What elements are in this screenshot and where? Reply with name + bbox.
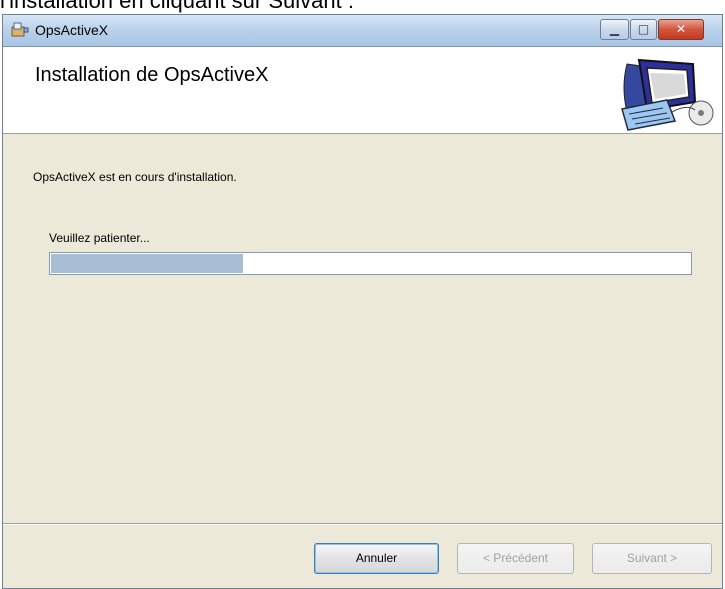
close-icon: ✕ — [675, 22, 687, 36]
close-button[interactable]: ✕ — [658, 19, 704, 40]
installer-window: OpsActiveX ▁ □ ✕ Installation de OpsActi… — [2, 14, 723, 589]
computer-setup-icon — [621, 58, 714, 131]
wait-label: Veuillez patienter... — [49, 231, 150, 245]
maximize-button[interactable]: □ — [630, 19, 657, 40]
maximize-icon: □ — [637, 22, 650, 36]
install-status-text: OpsActiveX est en cours d'installation. — [33, 170, 237, 184]
header-banner: Installation de OpsActiveX — [3, 47, 722, 134]
cancel-button[interactable]: Annuler — [314, 543, 439, 574]
next-button[interactable]: Suivant > — [592, 543, 712, 574]
back-button[interactable]: < Précédent — [457, 543, 574, 574]
window-title: OpsActiveX — [35, 22, 109, 38]
progress-bar — [49, 252, 692, 275]
installer-icon — [11, 22, 29, 37]
minimize-icon: ▁ — [609, 22, 620, 36]
minimize-button[interactable]: ▁ — [600, 19, 629, 40]
header-title: Installation de OpsActiveX — [35, 64, 269, 86]
footer-separator-highlight — [3, 524, 722, 525]
title-bar[interactable]: OpsActiveX ▁ □ ✕ — [3, 15, 722, 47]
progress-fill — [51, 254, 243, 273]
